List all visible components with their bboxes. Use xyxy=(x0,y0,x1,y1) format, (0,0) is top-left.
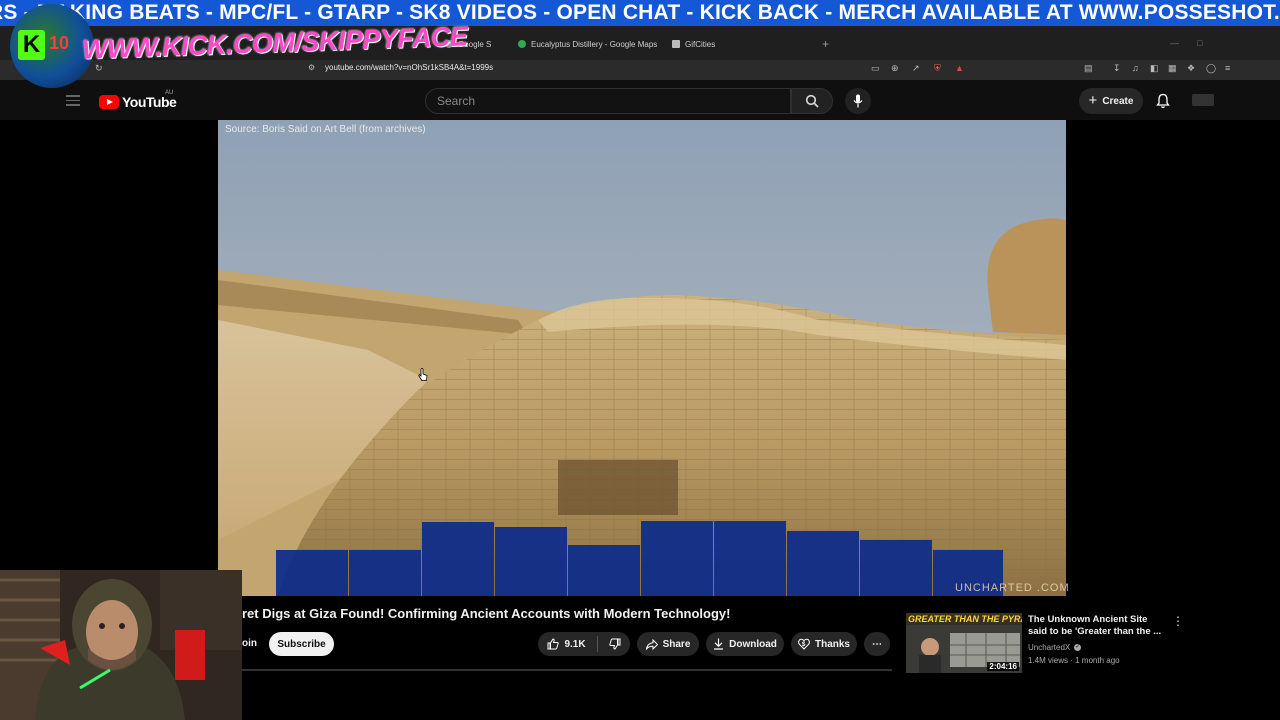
video-frame-sphinx-image xyxy=(218,120,1066,596)
streamer-webcam xyxy=(0,570,242,720)
recommended-more-icon[interactable]: ⋮ xyxy=(1172,614,1184,628)
download-label: Download xyxy=(729,638,777,650)
download-button[interactable]: Download xyxy=(706,632,784,656)
youtube-play-icon xyxy=(99,95,119,109)
video-player[interactable] xyxy=(218,120,1066,596)
youtube-logo-text: YouTube xyxy=(122,94,177,110)
site-info-icon[interactable]: ⚙ xyxy=(308,63,315,72)
recommended-channel[interactable]: UnchartedX ✓ xyxy=(1028,643,1082,652)
share-label: Share xyxy=(662,638,691,650)
thumbs-up-icon xyxy=(547,638,560,650)
microphone-icon xyxy=(853,94,863,108)
like-divider xyxy=(596,636,598,652)
cast-icon[interactable]: ▭ xyxy=(871,63,880,74)
kick-badge-icon: K xyxy=(18,30,45,60)
map-pin-icon xyxy=(518,40,526,48)
wallet-icon[interactable]: ▦ xyxy=(1168,63,1177,74)
tab-label: GifCities xyxy=(685,39,716,49)
verified-check-icon: ✓ xyxy=(1074,644,1082,651)
like-dislike-bar: 9.1K xyxy=(538,632,630,656)
thumbs-down-icon xyxy=(608,638,621,650)
plus-icon: + xyxy=(1088,92,1098,109)
music-icon[interactable]: ♫ xyxy=(1132,63,1139,73)
youtube-logo[interactable]: YouTube xyxy=(99,94,177,110)
dislike-button[interactable] xyxy=(608,638,621,650)
video-duration: 2:04:16 xyxy=(987,662,1019,671)
hamburger-icon[interactable] xyxy=(66,95,80,109)
thanks-button[interactable]: $ Thanks xyxy=(791,632,857,656)
share-arrow-icon xyxy=(645,638,658,650)
thanks-label: Thanks xyxy=(814,638,850,650)
video-title: ret Digs at Giza Found! Confirming Ancie… xyxy=(242,606,731,621)
heart-dollar-icon: $ xyxy=(798,638,810,650)
stream-ticker: RS - MAKING BEATS - MPC/FL - GTARP - SK8… xyxy=(0,0,1280,26)
create-label: Create xyxy=(1102,95,1134,107)
new-tab-button[interactable]: + xyxy=(822,37,829,51)
download-icon[interactable]: ↧ xyxy=(1113,63,1121,74)
region-code: AU xyxy=(165,90,174,96)
ticker-text: RS - MAKING BEATS - MPC/FL - GTARP - SK8… xyxy=(0,1,1280,24)
notifications-button[interactable] xyxy=(1156,93,1170,114)
share-page-icon[interactable]: ↗ xyxy=(912,63,920,74)
tab-label: Eucalyptus Distillery - Google Maps xyxy=(531,39,658,49)
create-button[interactable]: + Create xyxy=(1079,88,1143,114)
tab-gifcities[interactable]: GifCities xyxy=(672,34,715,54)
panel-icon[interactable]: ◧ xyxy=(1150,63,1159,74)
download-arrow-icon xyxy=(714,638,724,650)
search-icon xyxy=(805,94,819,108)
rewards-icon[interactable]: ▲ xyxy=(955,63,964,73)
minimize-icon[interactable]: — xyxy=(1170,38,1179,48)
channel-watermark: UNCHARTED .COM xyxy=(955,582,1070,594)
search-button[interactable] xyxy=(791,88,833,114)
more-actions-button[interactable]: ⋯ xyxy=(864,632,890,656)
zoom-icon[interactable]: ⊕ xyxy=(891,63,899,74)
description-divider xyxy=(242,669,892,671)
like-count: 9.1K xyxy=(564,638,586,650)
vpn-icon[interactable]: ◯ xyxy=(1206,63,1216,74)
gif-icon xyxy=(672,40,680,48)
account-avatar[interactable] xyxy=(1192,94,1214,106)
thumbnail-overlay-text: GREATER THAN THE PYRAMIDS? xyxy=(908,614,1022,624)
video-source-caption: Source: Boris Said on Art Bell (from arc… xyxy=(225,124,426,135)
more-horizontal-icon: ⋯ xyxy=(872,638,882,650)
subscribe-button[interactable]: Subscribe xyxy=(269,632,334,656)
hand-cursor-icon xyxy=(418,368,428,387)
maximize-icon[interactable]: □ xyxy=(1197,38,1202,48)
search-box xyxy=(425,88,791,114)
recommended-thumbnail[interactable]: GREATER THAN THE PYRAMIDS? 2:04:16 xyxy=(906,613,1022,673)
webcam-person-image xyxy=(0,570,242,720)
menu-icon[interactable]: ≡ xyxy=(1225,63,1230,73)
recommended-meta: 1.4M views · 1 month ago xyxy=(1028,656,1120,665)
url-field[interactable]: youtube.com/watch?v=nOhSr1kSB4A&t=1999s xyxy=(325,63,493,72)
recommended-title[interactable]: The Unknown Ancient Site said to be 'Gre… xyxy=(1028,614,1168,638)
like-button[interactable]: 9.1K xyxy=(547,638,586,650)
channel-name: UnchartedX xyxy=(1028,643,1071,652)
search-input[interactable] xyxy=(437,89,777,113)
extensions-icon[interactable]: ❖ xyxy=(1187,63,1195,74)
kick-badge-level: 10 xyxy=(49,33,70,53)
tab-google-maps[interactable]: Eucalyptus Distillery - Google Maps xyxy=(518,34,657,54)
sidebar-icon[interactable]: ▤ xyxy=(1084,63,1093,74)
share-button[interactable]: Share xyxy=(637,632,699,656)
bell-icon xyxy=(1156,93,1170,109)
brave-shield-icon[interactable]: ⛨ xyxy=(934,63,941,74)
join-button[interactable]: oin xyxy=(242,638,257,649)
voice-search-button[interactable] xyxy=(845,88,871,114)
